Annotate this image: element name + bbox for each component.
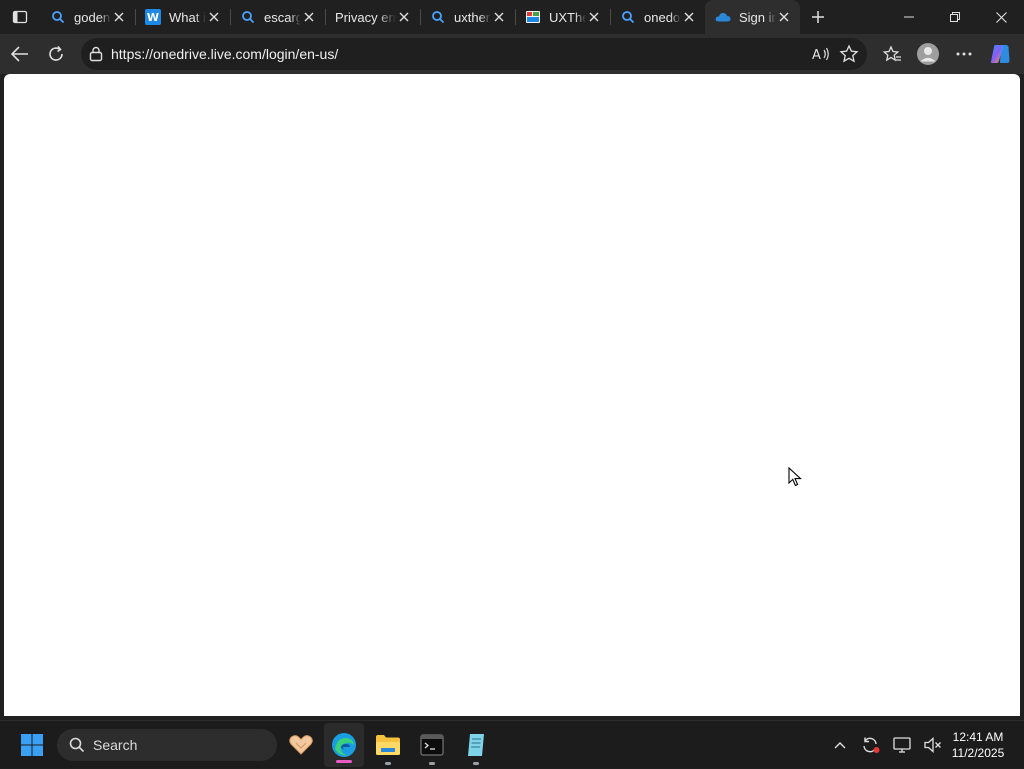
tab-actions-icon [12, 10, 28, 24]
search-label: Search [93, 737, 138, 753]
close-window-button[interactable] [978, 0, 1024, 34]
sync-alert-icon [862, 737, 879, 753]
heart-hands-icon [289, 735, 313, 755]
folder-icon [376, 735, 400, 755]
tab-title: Sign in [739, 9, 776, 25]
browser-toolbar: A [0, 34, 1024, 74]
toolbar-right [874, 38, 1018, 70]
close-icon[interactable] [111, 9, 127, 25]
refresh-button[interactable] [38, 38, 74, 70]
show-hidden-icons-button[interactable] [824, 721, 855, 769]
browser-window: goden W What i escarg Privacy erro uxthe… [0, 0, 1024, 720]
copilot-button[interactable] [982, 38, 1018, 70]
close-icon[interactable] [301, 9, 317, 25]
close-icon[interactable] [681, 9, 697, 25]
address-bar[interactable]: A [81, 38, 867, 70]
taskbar-notepad[interactable] [456, 721, 496, 769]
arrow-left-icon [11, 46, 28, 62]
profile-button[interactable] [910, 38, 946, 70]
search-icon [50, 9, 66, 25]
running-indicator [385, 762, 391, 765]
onedrive-cloud-icon [715, 9, 731, 25]
search-icon [620, 9, 636, 25]
chevron-up-icon [834, 742, 845, 749]
running-indicator [429, 762, 435, 765]
ux-favicon-icon [525, 9, 541, 25]
tab-actions-button[interactable] [0, 0, 40, 34]
refresh-icon [49, 45, 63, 61]
url-input[interactable] [111, 46, 811, 62]
running-indicator [473, 762, 479, 765]
taskbar-terminal[interactable] [412, 721, 452, 769]
page-content [4, 74, 1020, 716]
svg-text:A: A [812, 48, 821, 63]
start-button[interactable] [12, 721, 52, 769]
settings-menu-button[interactable] [946, 38, 982, 70]
taskbar-search[interactable]: Search [57, 729, 277, 761]
mouse-cursor-icon [788, 466, 802, 492]
close-icon[interactable] [586, 9, 602, 25]
new-tab-button[interactable] [800, 0, 836, 34]
tab-strip: goden W What i escarg Privacy erro uxthe… [0, 0, 1024, 34]
widgets-button[interactable] [281, 721, 321, 769]
tab-title: Privacy erro [335, 9, 396, 25]
close-icon[interactable] [776, 9, 792, 25]
tab-title: onedo [644, 9, 681, 25]
tab-title: What i [169, 9, 206, 25]
clock-time: 12:41 AM [952, 730, 1004, 744]
close-icon[interactable] [396, 9, 412, 25]
restore-icon [950, 12, 960, 22]
network-button[interactable] [886, 721, 917, 769]
svg-text:W: W [147, 11, 159, 24]
favorites-button[interactable] [874, 38, 910, 70]
notepad-icon [468, 734, 484, 756]
avatar-icon [917, 43, 939, 65]
system-tray [824, 721, 948, 769]
tab-title: goden [74, 9, 111, 25]
close-icon[interactable] [491, 9, 507, 25]
tab-title: escarg [264, 9, 301, 25]
tab-privacy-error[interactable]: Privacy erro [325, 0, 420, 34]
tab-uxther[interactable]: uxther [420, 0, 515, 34]
tab-uxthe[interactable]: UXThe [515, 0, 610, 34]
tab-sign-in[interactable]: Sign in [705, 0, 800, 34]
restore-button[interactable] [932, 0, 978, 34]
search-icon [69, 737, 85, 753]
more-horizontal-icon [956, 52, 972, 56]
network-monitor-icon [892, 737, 911, 753]
tab-what[interactable]: W What i [135, 0, 230, 34]
search-icon [240, 9, 256, 25]
edge-browser-icon [332, 733, 356, 757]
clock-date: 11/2/2025 [951, 746, 1005, 760]
windows-logo-icon [21, 734, 43, 756]
taskbar-edge[interactable] [324, 723, 364, 767]
taskbar: Search 12:41 AM 11/2/2025 [0, 720, 1024, 768]
tab-onedo[interactable]: onedo [610, 0, 705, 34]
copilot-icon [990, 45, 1010, 63]
minimize-button[interactable] [886, 0, 932, 34]
favorites-icon [882, 45, 901, 62]
terminal-icon [420, 734, 444, 756]
taskbar-clock[interactable]: 12:41 AM 11/2/2025 [940, 729, 1016, 761]
tab-title: UXThe [549, 9, 586, 25]
w-logo-icon: W [145, 9, 161, 25]
sync-status-button[interactable] [855, 721, 886, 769]
speaker-muted-icon [923, 737, 941, 753]
read-aloud-icon[interactable]: A [811, 45, 831, 63]
tab-escarg[interactable]: escarg [230, 0, 325, 34]
window-controls [886, 0, 1024, 34]
taskbar-file-explorer[interactable] [368, 721, 408, 769]
favorite-star-icon[interactable] [839, 44, 859, 64]
tab-goden[interactable]: goden [40, 0, 135, 34]
minimize-icon [904, 16, 914, 18]
close-icon[interactable] [206, 9, 222, 25]
plus-icon [812, 11, 824, 23]
lock-icon [89, 46, 103, 62]
active-indicator [336, 760, 352, 763]
search-icon [430, 9, 446, 25]
tab-title: uxther [454, 9, 491, 25]
close-icon [995, 11, 1007, 23]
back-button[interactable] [2, 38, 38, 70]
